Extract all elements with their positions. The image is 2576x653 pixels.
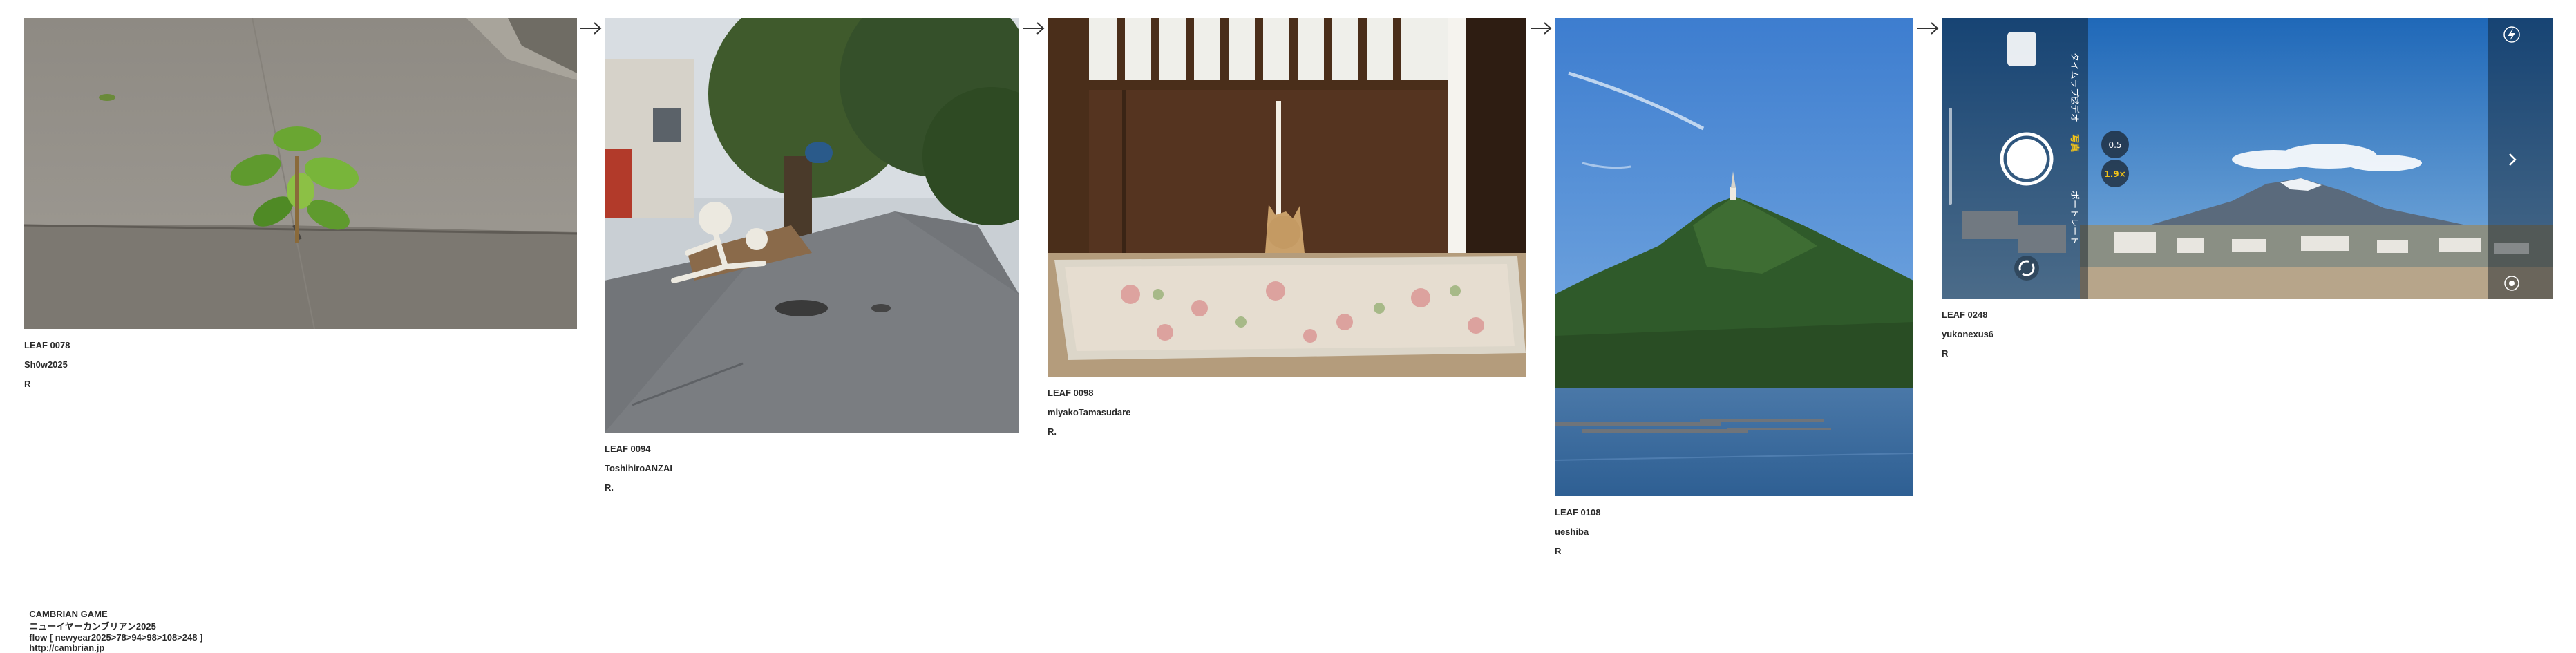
leaf-card-0094: LEAF 0094 ToshihiroANZAI R.: [605, 18, 1019, 498]
leaf-photo-camera-fuji[interactable]: 0.5 1.9× タイムラプス ビデオ 写真 ポートレート: [1942, 18, 2553, 299]
leaf-author[interactable]: yukonexus6: [1942, 325, 2553, 344]
leaf-author[interactable]: ueshiba: [1555, 522, 1913, 542]
mode-video[interactable]: ビデオ: [2069, 95, 2080, 122]
mode-portrait[interactable]: ポートレート: [2069, 191, 2079, 245]
flow-footer: CAMBRIAN GAME ニューイヤーカンブリアン2025 flow [ ne…: [24, 598, 207, 653]
leaf-photo-hill[interactable]: [1555, 18, 1913, 496]
leaf-card-0108: LEAF 0108 ueshiba R: [1555, 18, 1913, 561]
leaf-mark[interactable]: R: [1555, 542, 1913, 561]
leaf-number: LEAF 0108: [1555, 507, 1601, 518]
leaf-number: LEAF 0098: [1048, 388, 1094, 398]
mode-photo[interactable]: 写真: [2069, 134, 2080, 152]
leaf-card-0248: 0.5 1.9× タイムラプス ビデオ 写真 ポートレート LEAF 0248 …: [1942, 18, 2553, 363]
zoom-0-5-button[interactable]: 0.5: [2108, 140, 2121, 150]
leaf-photo-sprout[interactable]: [24, 18, 577, 329]
leaf-number: LEAF 0078: [24, 340, 70, 350]
leaf-caption: LEAF 0108 ueshiba R: [1555, 503, 1913, 561]
game-title: ニューイヤーカンブリアン2025: [29, 621, 156, 632]
leaf-photo-cat[interactable]: [1048, 18, 1526, 377]
zoom-1-9-button[interactable]: 1.9×: [2104, 169, 2125, 179]
leaf-mark[interactable]: R.: [605, 478, 1019, 498]
leaf-mark[interactable]: R: [24, 375, 577, 394]
game-name: CAMBRIAN GAME: [29, 609, 108, 619]
leaf-card-0078: LEAF 0078 Sh0w2025 R: [24, 18, 577, 394]
flow-arrow-icon: [1529, 20, 1553, 37]
leaf-mark[interactable]: R: [1942, 344, 2553, 363]
leaf-author[interactable]: Sh0w2025: [24, 355, 577, 375]
leaf-photo-street[interactable]: [605, 18, 1019, 433]
leaf-caption: LEAF 0078 Sh0w2025 R: [24, 336, 577, 394]
flow-arrow-icon: [1916, 20, 1940, 37]
leaf-author[interactable]: ToshihiroANZAI: [605, 459, 1019, 478]
site-link[interactable]: http://cambrian.jp: [29, 643, 104, 653]
leaf-caption: LEAF 0094 ToshihiroANZAI R.: [605, 439, 1019, 498]
flow-arrow-icon: [1022, 20, 1045, 37]
leaf-author[interactable]: miyakoTamasudare: [1048, 403, 1526, 422]
leaf-card-0098: LEAF 0098 miyakoTamasudare R.: [1048, 18, 1526, 442]
leaf-caption: LEAF 0248 yukonexus6 R: [1942, 305, 2553, 363]
leaf-number: LEAF 0094: [605, 444, 651, 454]
leaf-number: LEAF 0248: [1942, 310, 1988, 320]
flow-path: flow [ newyear2025>78>94>98>108>248 ]: [29, 632, 203, 643]
leaf-mark[interactable]: R.: [1048, 422, 1526, 442]
flow-arrow-icon: [579, 20, 603, 37]
leaf-caption: LEAF 0098 miyakoTamasudare R.: [1048, 384, 1526, 442]
